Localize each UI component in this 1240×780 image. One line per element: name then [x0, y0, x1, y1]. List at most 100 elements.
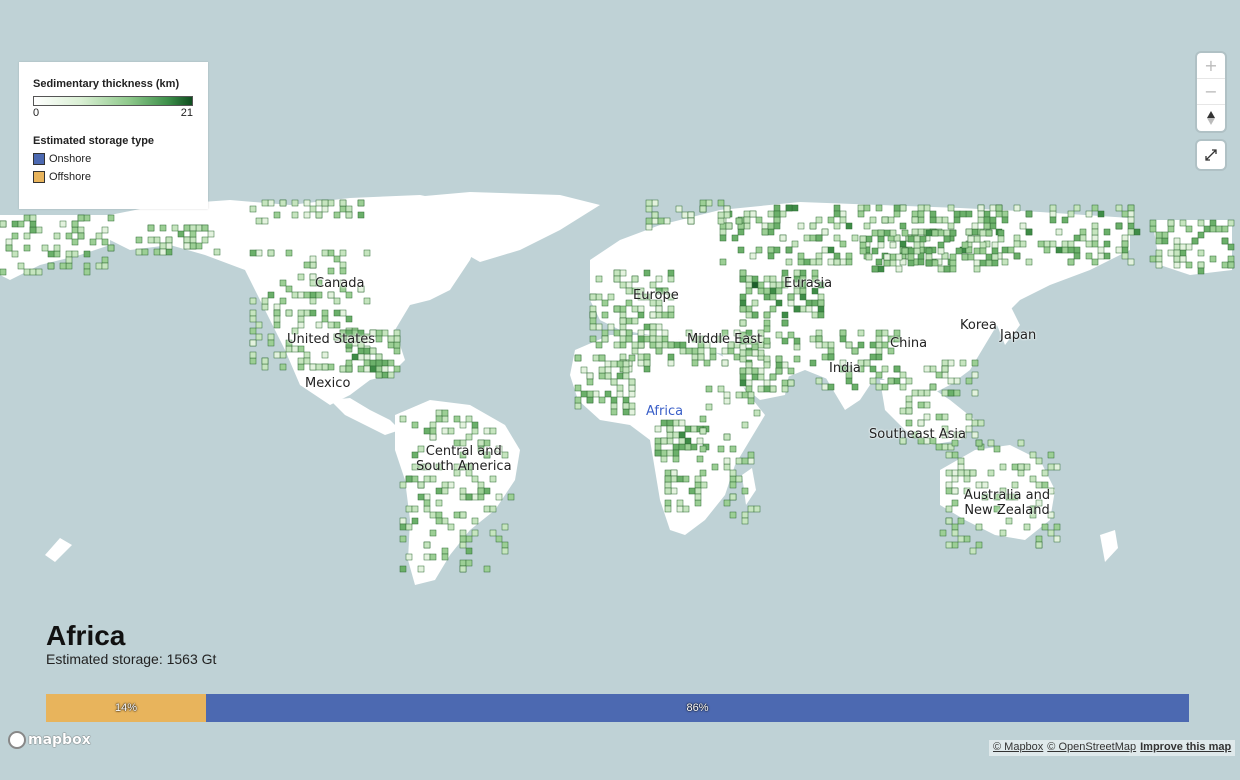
sediment-cell — [375, 335, 383, 343]
sediment-cell — [839, 210, 847, 218]
mapbox-logo[interactable]: mapbox — [8, 731, 91, 749]
label-japan[interactable]: Japan — [1000, 328, 1036, 343]
sediment-cell — [973, 265, 981, 273]
sediment-cell — [1203, 225, 1211, 233]
sediment-cell — [645, 205, 653, 213]
sediment-cell — [947, 359, 955, 367]
sediment-cell — [273, 309, 281, 317]
sediment-cell — [775, 299, 783, 307]
sediment-cell — [489, 427, 497, 435]
sediment-cell — [691, 347, 699, 355]
fullscreen-button[interactable] — [1197, 141, 1225, 169]
sediment-cell — [923, 401, 931, 409]
sediment-cell — [664, 481, 672, 489]
sediment-cell — [787, 367, 795, 375]
sediment-cell — [327, 363, 335, 371]
label-central-south-america[interactable]: Central and South America — [416, 444, 512, 474]
sediment-cell — [941, 389, 949, 397]
sediment-cell — [661, 311, 669, 319]
label-eurasia[interactable]: Eurasia — [784, 276, 832, 291]
label-middle-east[interactable]: Middle East — [687, 332, 762, 347]
sediment-cell — [779, 234, 787, 242]
sediment-cell — [723, 211, 731, 219]
sediment-cell — [339, 365, 347, 373]
sediment-cell — [1115, 246, 1123, 254]
sediment-cell — [763, 325, 771, 333]
sediment-cell — [1067, 210, 1075, 218]
sediment-cell — [670, 469, 678, 477]
sediment-cell — [471, 427, 479, 435]
sediment-cell — [660, 449, 668, 457]
label-mexico[interactable]: Mexico — [305, 376, 350, 391]
sediment-cell — [339, 249, 347, 257]
sediment-cell — [255, 249, 263, 257]
label-korea[interactable]: Korea — [960, 318, 997, 333]
sediment-cell — [773, 222, 781, 230]
sediment-cell — [1127, 204, 1135, 212]
sediment-cell — [201, 224, 209, 232]
sediment-cell — [637, 341, 645, 349]
label-line-1: Australia and — [964, 488, 1051, 503]
sediment-cell — [953, 377, 961, 385]
sediment-cell — [435, 415, 443, 423]
sediment-cell — [405, 523, 413, 531]
sediment-cell — [664, 469, 672, 477]
sediment-cell — [1173, 261, 1181, 269]
sediment-cell — [297, 321, 305, 329]
offshore-bar-segment[interactable]: 14% — [46, 694, 207, 722]
improve-map-link[interactable]: Improve this map — [1140, 741, 1231, 755]
sediment-cell — [655, 305, 663, 313]
label-india[interactable]: India — [829, 361, 861, 376]
label-europe[interactable]: Europe — [633, 288, 679, 303]
zoom-out-button[interactable]: − — [1197, 79, 1225, 105]
sediment-cell — [637, 311, 645, 319]
sediment-cell — [694, 499, 702, 507]
storage-split-bar: 14% 86% — [46, 694, 1189, 722]
zoom-in-button[interactable]: + — [1197, 53, 1225, 79]
sediment-cell — [913, 247, 921, 255]
reset-bearing-button[interactable] — [1197, 105, 1225, 131]
sediment-cell — [643, 359, 651, 367]
sediment-cell — [951, 487, 959, 495]
sediment-cell — [429, 421, 437, 429]
sediment-cell — [1049, 210, 1057, 218]
sediment-cell — [751, 311, 759, 319]
sediment-cell — [273, 211, 281, 219]
sediment-cell — [1197, 219, 1205, 227]
sediment-cell — [441, 415, 449, 423]
onshore-bar-segment[interactable]: 86% — [206, 694, 1189, 722]
sediment-cell — [477, 487, 485, 495]
sediment-cell — [1061, 240, 1069, 248]
sediment-cell — [655, 323, 663, 331]
sediment-cell — [107, 244, 115, 252]
sediment-cell — [769, 385, 777, 393]
sediment-cell — [273, 351, 281, 359]
sediment-cell — [628, 408, 636, 416]
sediment-cell — [965, 210, 973, 218]
sediment-cell — [501, 523, 509, 531]
sediment-cell — [769, 287, 777, 295]
sediment-cell — [1073, 234, 1081, 242]
attrib-mapbox-link[interactable]: © Mapbox — [993, 741, 1043, 755]
sediment-cell — [973, 247, 981, 255]
sediment-cell — [666, 437, 674, 445]
label-canada[interactable]: Canada — [315, 276, 364, 291]
sediment-cell — [1121, 240, 1129, 248]
sediment-cell — [1049, 204, 1057, 212]
label-africa[interactable]: Africa — [646, 404, 683, 419]
sediment-cell — [655, 335, 663, 343]
label-southeast-asia[interactable]: Southeast Asia — [869, 427, 966, 442]
sediment-cell — [869, 341, 877, 349]
sediment-cell — [267, 249, 275, 257]
sediment-cell — [769, 293, 777, 301]
sediment-cell — [628, 384, 636, 392]
label-australia-nz[interactable]: Australia and New Zealand — [964, 488, 1050, 518]
label-united-states[interactable]: United States — [287, 332, 375, 347]
sediment-cell — [89, 238, 97, 246]
attrib-osm-link[interactable]: © OpenStreetMap — [1047, 741, 1136, 755]
sediment-cell — [987, 469, 995, 477]
sediment-cell — [1149, 225, 1157, 233]
sediment-cell — [429, 529, 437, 537]
label-china[interactable]: China — [890, 336, 927, 351]
sediment-cell — [869, 353, 877, 361]
